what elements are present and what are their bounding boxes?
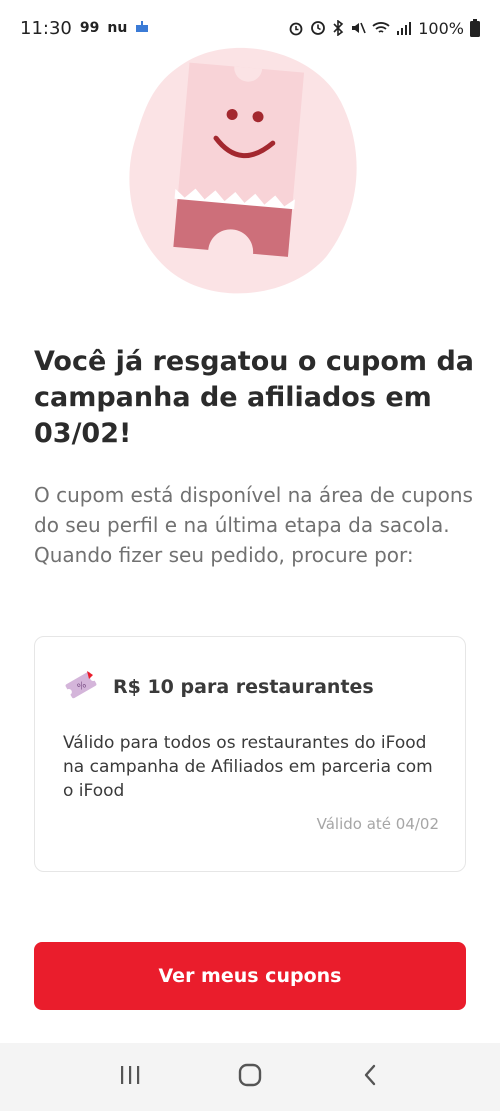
- cake-icon: [135, 18, 149, 38]
- recents-button[interactable]: [110, 1057, 150, 1097]
- coupon-description: Válido para todos os restaurantes do iFo…: [63, 733, 433, 801]
- view-coupons-button[interactable]: Ver meus cupons: [34, 942, 466, 1010]
- coupon-ticket-icon: %: [63, 669, 99, 705]
- bluetooth-icon: [332, 20, 344, 36]
- coupon-header: % R$ 10 para restaurantes: [63, 669, 374, 705]
- status-right: 100%: [288, 19, 480, 38]
- mute-icon: [350, 20, 366, 36]
- ticket-illustration: [126, 42, 376, 302]
- status-time: 11:30: [20, 17, 72, 39]
- coupon-title: R$ 10 para restaurantes: [113, 676, 374, 698]
- alarm-icon: [288, 20, 304, 36]
- signal-icon: [396, 20, 412, 36]
- status-left: 11:30 99 nu: [20, 18, 149, 39]
- page-title: Você já resgatou o cupom da campanha de …: [34, 346, 475, 449]
- app-99-icon: 99: [79, 20, 100, 36]
- app-nu-icon: nu: [107, 20, 128, 36]
- home-icon: [238, 1063, 262, 1091]
- page-description: O cupom está disponível na área de cupon…: [34, 483, 473, 567]
- coupon-validity: Válido até 04/02: [316, 815, 439, 833]
- wifi-icon: [372, 20, 390, 36]
- battery-icon: [470, 19, 480, 37]
- recents-icon: [119, 1065, 141, 1089]
- home-button[interactable]: [230, 1057, 270, 1097]
- back-icon: [362, 1063, 378, 1091]
- back-button[interactable]: [350, 1057, 390, 1097]
- system-nav-bar: [0, 1043, 500, 1111]
- clock-icon: [310, 20, 326, 36]
- battery-text: 100%: [418, 18, 464, 38]
- coupon-card: % R$ 10 para restaurantes Válido para to…: [34, 636, 466, 872]
